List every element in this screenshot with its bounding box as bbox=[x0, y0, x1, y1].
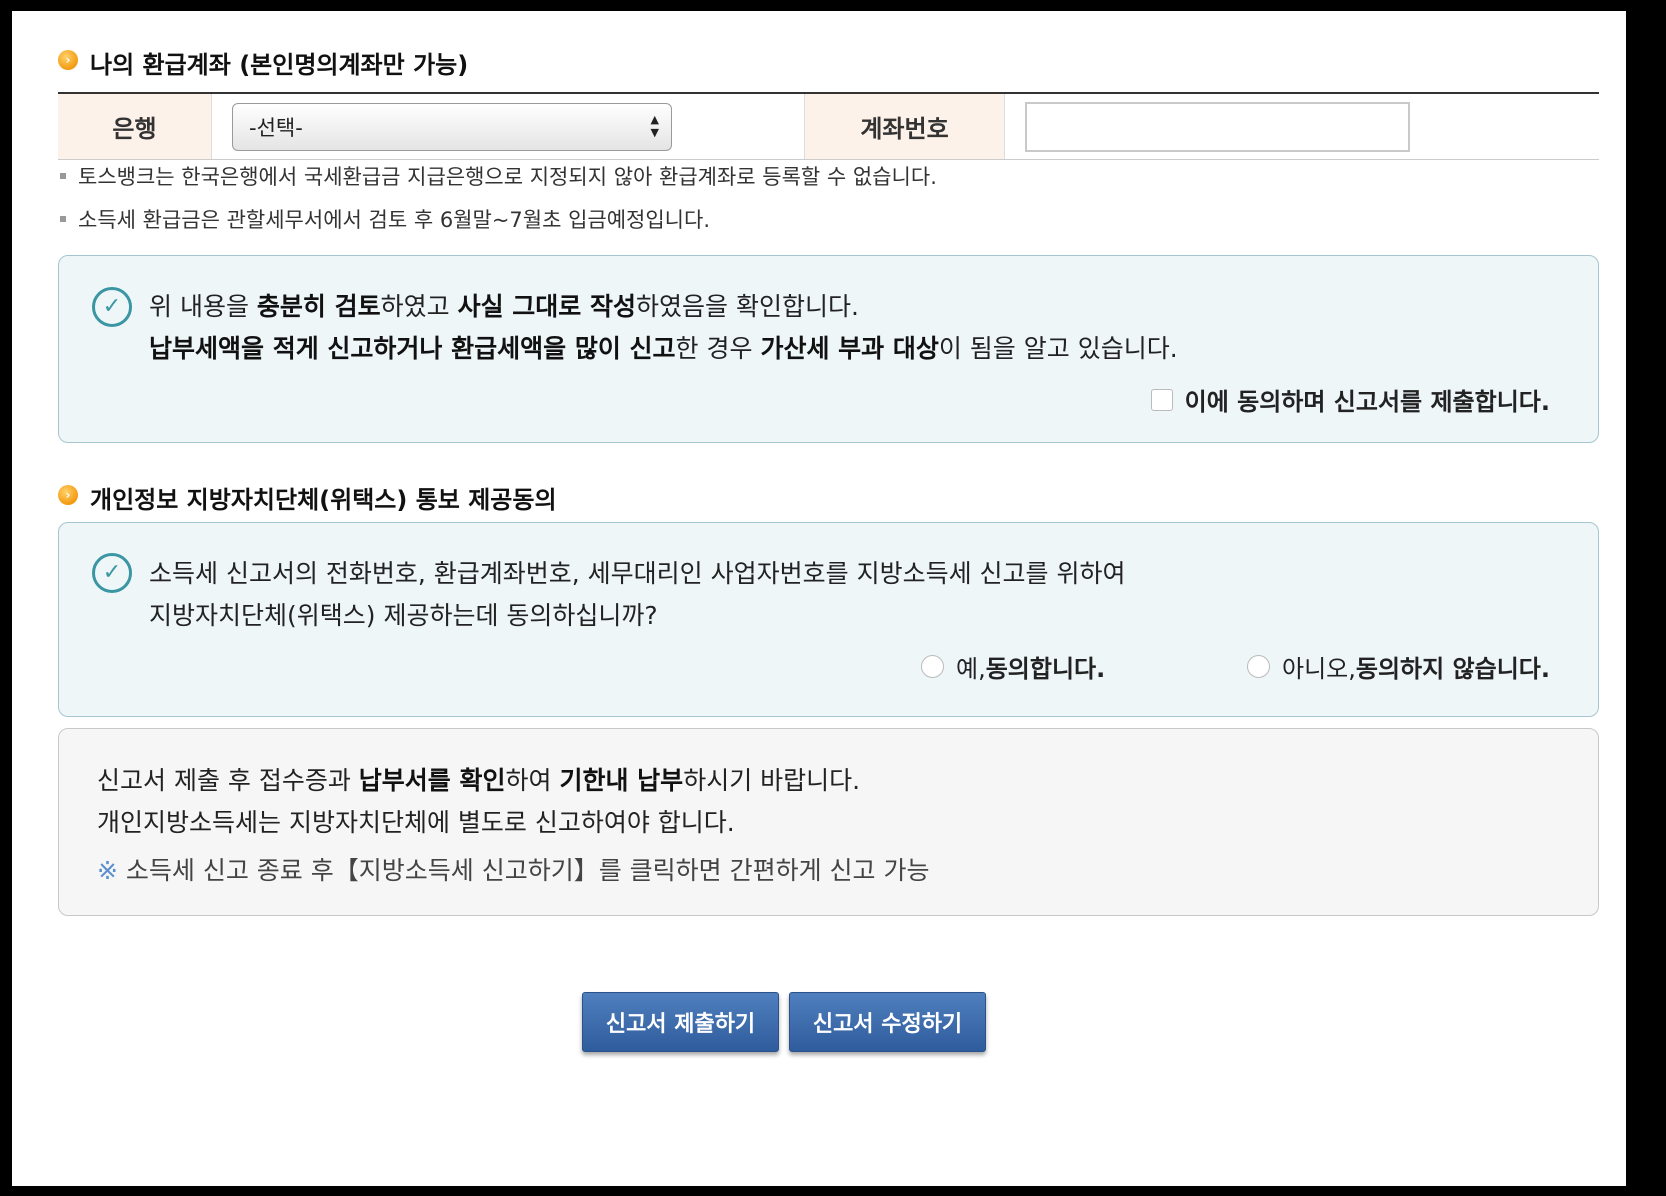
select-arrows-icon: ▲ ▼ bbox=[650, 112, 659, 139]
refund-account-table: 은행 -선택- ▲ ▼ 계좌번호 bbox=[58, 92, 1599, 160]
note-text: 소득세 환급금은 관할세무서에서 검토 후 6월말~7월초 입금예정입니다. bbox=[78, 208, 711, 232]
radio-icon[interactable] bbox=[921, 655, 944, 678]
note-item: 소득세 환급금은 관할세무서에서 검토 후 6월말~7월초 입금예정입니다. bbox=[58, 204, 710, 234]
check-circle-icon: ✓ bbox=[92, 553, 132, 593]
bank-cell: -선택- ▲ ▼ bbox=[212, 94, 805, 159]
consent-yes-label: 동의합니다. bbox=[985, 655, 1106, 683]
confirmation-box: ✓ 위 내용을 충분히 검토하였고 사실 그대로 작성하였음을 확인합니다. 납… bbox=[58, 255, 1599, 443]
account-number-input[interactable] bbox=[1025, 101, 1410, 152]
consent-no-radio[interactable]: 아니오, 동의하지 않습니다. bbox=[1247, 649, 1550, 684]
privacy-consent-title-text: 개인정보 지방자치단체(위택스) 통보 제공동의 bbox=[90, 486, 557, 514]
notice-line-1: 신고서 제출 후 접수증과 납부서를 확인하여 기한내 납부하시기 바랍니다. bbox=[97, 766, 861, 795]
square-bullet-icon bbox=[60, 216, 66, 222]
bank-label: 은행 bbox=[58, 94, 212, 159]
bank-select-value: -선택- bbox=[249, 115, 303, 140]
privacy-line-2: 지방자치단체(위택스) 제공하는데 동의하십니까? bbox=[149, 601, 658, 630]
privacy-line-1: 소득세 신고서의 전화번호, 환급계좌번호, 세무대리인 사업자번호를 지방소득… bbox=[149, 559, 1126, 588]
note-item: 토스뱅크는 한국은행에서 국세환급금 지급은행으로 지정되지 않아 환급계좌로 … bbox=[58, 161, 937, 191]
confirm-line-2: 납부세액을 적게 신고하거나 환급세액을 많이 신고한 경우 가산세 부과 대상… bbox=[149, 334, 1178, 363]
checkbox-icon[interactable] bbox=[1150, 388, 1173, 411]
consent-yes-radio[interactable]: 예, 동의합니다. bbox=[921, 649, 1105, 684]
note-text: 토스뱅크는 한국은행에서 국세환급금 지급은행으로 지정되지 않아 환급계좌로 … bbox=[78, 165, 937, 189]
agree-submit-label: 이에 동의하며 신고서를 제출합니다. bbox=[1184, 388, 1550, 416]
radio-icon[interactable] bbox=[1247, 655, 1270, 678]
submit-return-button[interactable]: 신고서 제출하기 bbox=[582, 992, 779, 1052]
confirm-line-1: 위 내용을 충분히 검토하였고 사실 그대로 작성하였음을 확인합니다. bbox=[149, 292, 859, 321]
orange-bullet-icon: › bbox=[58, 484, 78, 505]
square-bullet-icon bbox=[60, 173, 66, 179]
reference-mark-icon: ※ bbox=[97, 856, 118, 885]
refund-account-section-title: › 나의 환급계좌 (본인명의계좌만 가능) bbox=[58, 45, 468, 80]
refund-account-title-text: 나의 환급계좌 (본인명의계좌만 가능) bbox=[90, 51, 469, 79]
check-circle-icon: ✓ bbox=[92, 287, 132, 327]
account-number-label: 계좌번호 bbox=[805, 94, 1005, 159]
page-frame: › 나의 환급계좌 (본인명의계좌만 가능) 은행 -선택- ▲ ▼ 계좌번호 토… bbox=[12, 11, 1626, 1186]
notice-box: 신고서 제출 후 접수증과 납부서를 확인하여 기한내 납부하시기 바랍니다. … bbox=[58, 728, 1599, 916]
bank-select[interactable]: -선택- ▲ ▼ bbox=[232, 102, 672, 151]
agree-submit-checkbox[interactable]: 이에 동의하며 신고서를 제출합니다. bbox=[1150, 382, 1550, 417]
consent-no-label: 동의하지 않습니다. bbox=[1355, 655, 1550, 683]
privacy-consent-section-title: › 개인정보 지방자치단체(위택스) 통보 제공동의 bbox=[58, 480, 557, 515]
account-number-cell bbox=[1005, 94, 1599, 159]
edit-return-button[interactable]: 신고서 수정하기 bbox=[789, 992, 986, 1052]
notice-line-3: ※ 소득세 신고 종료 후【지방소득세 신고하기】를 클릭하면 간편하게 신고 … bbox=[97, 856, 930, 885]
privacy-consent-box: ✓ 소득세 신고서의 전화번호, 환급계좌번호, 세무대리인 사업자번호를 지방… bbox=[58, 522, 1599, 717]
notice-line-2: 개인지방소득세는 지방자치단체에 별도로 신고하여야 합니다. bbox=[97, 808, 735, 837]
orange-bullet-icon: › bbox=[58, 49, 78, 70]
